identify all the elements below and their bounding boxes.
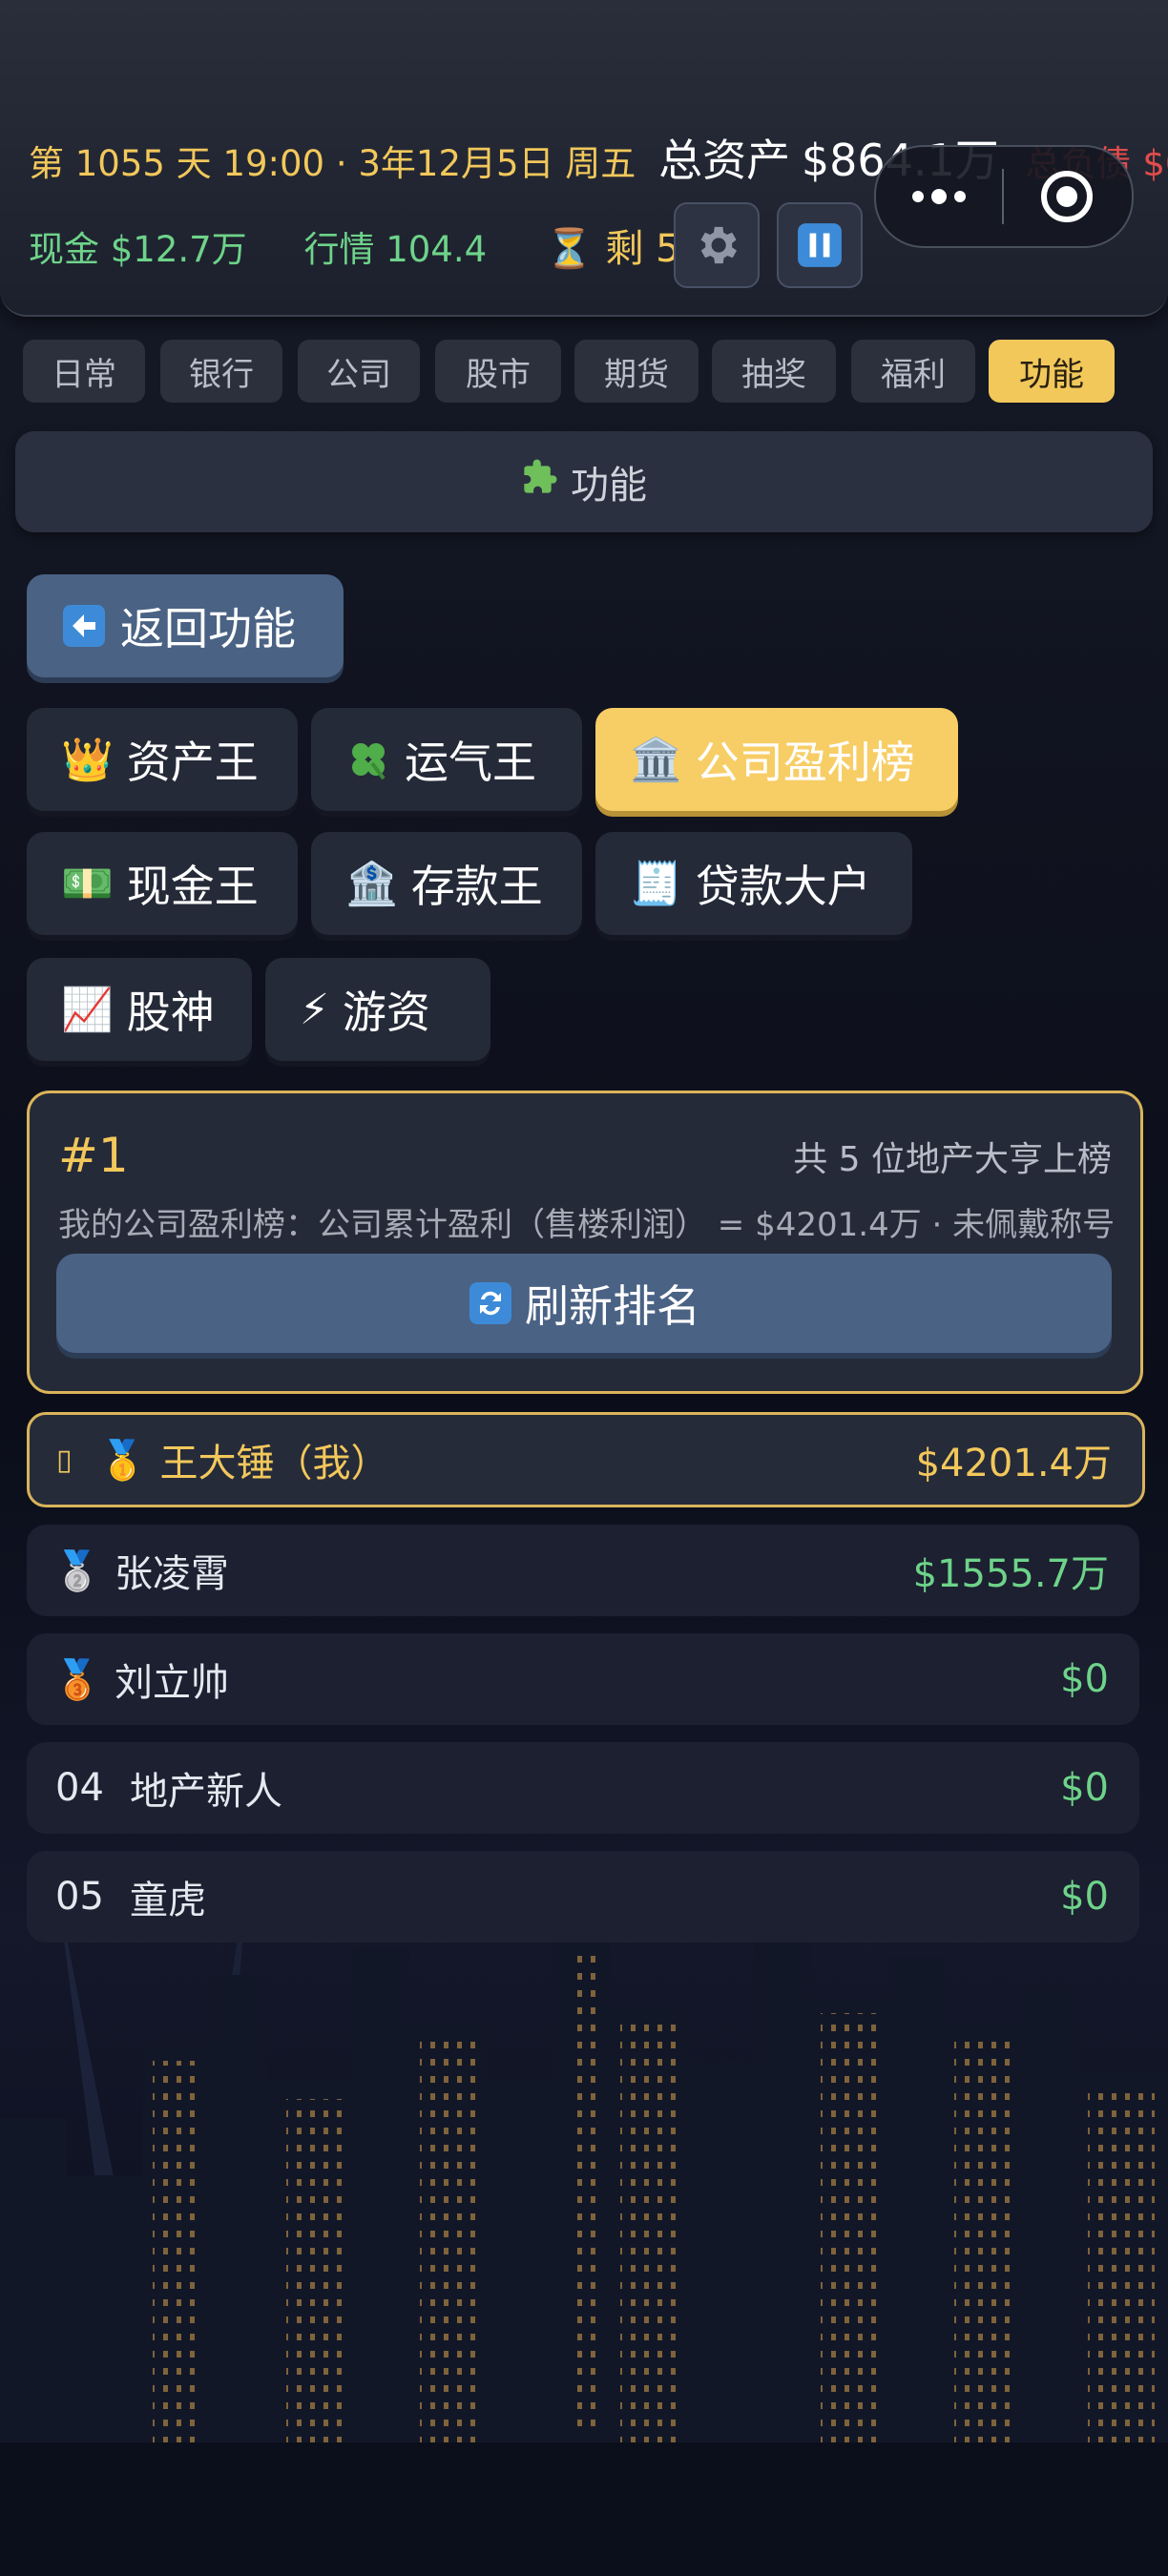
cash-king-button[interactable]: 💵 现金王 bbox=[27, 832, 298, 935]
my-rank-card: #1 共 5 位地产大亨上榜 我的公司盈利榜：公司累计盈利（售楼利润） = $4… bbox=[27, 1091, 1143, 1394]
asset-king-button[interactable]: 👑 资产王 bbox=[27, 708, 298, 811]
main-tabs: 日常 银行 公司 股市 期货 抽奖 福利 功能 bbox=[0, 328, 1168, 416]
stock-god-label: 股神 bbox=[126, 987, 215, 1038]
ranking-row-3[interactable]: 🥉 刘立帅 $0 bbox=[27, 1633, 1139, 1725]
header-row-bottom: 现金 $12.7万 行情 104.4 ⏳ 剩 5h bbox=[29, 218, 704, 273]
ranking-name: 童虎 bbox=[130, 1879, 206, 1922]
money-icon: 💵 bbox=[61, 860, 114, 908]
refresh-ranking-label: 刷新排名 bbox=[525, 1280, 700, 1332]
gear-icon bbox=[700, 226, 738, 264]
tab-functions[interactable]: 功能 bbox=[989, 340, 1115, 403]
chart-up-icon: 📈 bbox=[61, 986, 114, 1034]
hot-money-button[interactable]: ⚡ 游资 bbox=[265, 958, 490, 1061]
hourglass-icon: ⏳ bbox=[545, 227, 594, 271]
close-miniprogram-button[interactable] bbox=[1004, 169, 1130, 224]
ranking-row-1[interactable]: ▯ 🥇 王大锤（我） $4201.4万 bbox=[27, 1412, 1145, 1507]
market-index: 行情 104.4 bbox=[303, 229, 488, 270]
cash-value: 现金 $12.7万 bbox=[29, 229, 247, 270]
tab-bank[interactable]: 银行 bbox=[160, 340, 282, 403]
tab-welfare[interactable]: 福利 bbox=[851, 340, 975, 403]
luck-king-label: 运气王 bbox=[405, 737, 536, 788]
ranking-name: 王大锤（我） bbox=[159, 1442, 389, 1485]
ranking-name: 地产新人 bbox=[130, 1770, 282, 1814]
total-assets-label: 总资产 bbox=[658, 135, 791, 186]
building-icon: 🏛️ bbox=[630, 736, 682, 784]
ranking-value: $0 bbox=[1060, 1657, 1109, 1701]
ranking-row-4[interactable]: 04 地产新人 $0 bbox=[27, 1742, 1139, 1834]
deposit-king-button[interactable]: 🏦 存款王 bbox=[311, 832, 582, 935]
loan-king-button[interactable]: 🧾 贷款大户 bbox=[595, 832, 912, 935]
deposit-king-label: 存款王 bbox=[410, 861, 543, 912]
settings-button[interactable] bbox=[674, 202, 760, 288]
loan-king-label: 贷款大户 bbox=[695, 861, 871, 912]
ranking-number: 05 bbox=[55, 1875, 104, 1919]
ranking-value: $0 bbox=[1060, 1875, 1109, 1919]
city-skyline-background bbox=[0, 1832, 1168, 2576]
ranking-value: $0 bbox=[1060, 1766, 1109, 1810]
stock-god-button[interactable]: 📈 股神 bbox=[27, 958, 252, 1061]
tab-daily[interactable]: 日常 bbox=[23, 340, 145, 403]
lightning-icon: ⚡ bbox=[300, 985, 329, 1034]
tab-futures[interactable]: 期货 bbox=[574, 340, 699, 403]
asset-king-label: 资产王 bbox=[126, 737, 259, 788]
back-button-label: 返回功能 bbox=[120, 603, 296, 654]
game-date: · 3年12月5日 周五 bbox=[335, 143, 636, 184]
company-profit-ranking-button[interactable]: 🏛️ 公司盈利榜 bbox=[595, 708, 958, 811]
bronze-medal-icon: 🥉 bbox=[53, 1657, 101, 1702]
tab-stocks[interactable]: 股市 bbox=[435, 340, 561, 403]
ranking-value: $4201.4万 bbox=[915, 1442, 1112, 1485]
tab-lottery[interactable]: 抽奖 bbox=[712, 340, 836, 403]
pause-button[interactable] bbox=[777, 202, 863, 288]
clover-icon bbox=[345, 737, 391, 782]
section-title-bar: 功能 bbox=[15, 431, 1153, 532]
pause-icon bbox=[798, 223, 842, 267]
receipt-icon: 🧾 bbox=[630, 860, 682, 908]
ranking-name: 刘立帅 bbox=[115, 1661, 229, 1705]
more-options-button[interactable] bbox=[876, 187, 1002, 206]
bank-icon: 🏦 bbox=[345, 860, 398, 908]
game-day: 第 1055 天 19:00 bbox=[29, 143, 325, 184]
ranking-row-5[interactable]: 05 童虎 $0 bbox=[27, 1851, 1139, 1942]
silver-medal-icon: 🥈 bbox=[53, 1548, 101, 1593]
hot-money-label: 游资 bbox=[342, 987, 430, 1038]
back-to-functions-button[interactable]: 返回功能 bbox=[27, 574, 344, 677]
ranking-value: $1555.7万 bbox=[912, 1552, 1109, 1596]
ranking-name: 张凌霄 bbox=[115, 1552, 229, 1596]
rank-badge-placeholder: ▯ bbox=[56, 1443, 73, 1477]
crown-icon: 👑 bbox=[61, 736, 114, 784]
my-rank-number: #1 bbox=[58, 1128, 129, 1183]
luck-king-button[interactable]: 运气王 bbox=[311, 708, 582, 811]
my-rank-description: 我的公司盈利榜：公司累计盈利（售楼利润） = $4201.4万 · 未佩戴称号 bbox=[58, 1206, 1116, 1244]
cash-king-label: 现金王 bbox=[126, 861, 259, 912]
ranking-number: 04 bbox=[55, 1766, 104, 1810]
back-arrow-icon bbox=[61, 603, 107, 649]
target-close-icon bbox=[1041, 171, 1093, 222]
ranked-count: 共 5 位地产大亨上榜 bbox=[793, 1140, 1112, 1179]
more-dots-icon bbox=[912, 189, 966, 204]
gold-medal-icon: 🥇 bbox=[98, 1438, 147, 1483]
section-title: 功能 bbox=[571, 464, 647, 508]
refresh-icon bbox=[468, 1280, 513, 1326]
tab-company[interactable]: 公司 bbox=[298, 340, 420, 403]
status-header: 第 1055 天 19:00 · 3年12月5日 周五 总资产 $864.1万 … bbox=[0, 0, 1168, 317]
company-profit-ranking-label: 公司盈利榜 bbox=[695, 737, 915, 788]
refresh-ranking-button[interactable]: 刷新排名 bbox=[56, 1254, 1112, 1353]
miniprogram-capsule bbox=[874, 145, 1134, 248]
ranking-row-2[interactable]: 🥈 张凌霄 $1555.7万 bbox=[27, 1525, 1139, 1616]
puzzle-icon bbox=[521, 458, 559, 506]
